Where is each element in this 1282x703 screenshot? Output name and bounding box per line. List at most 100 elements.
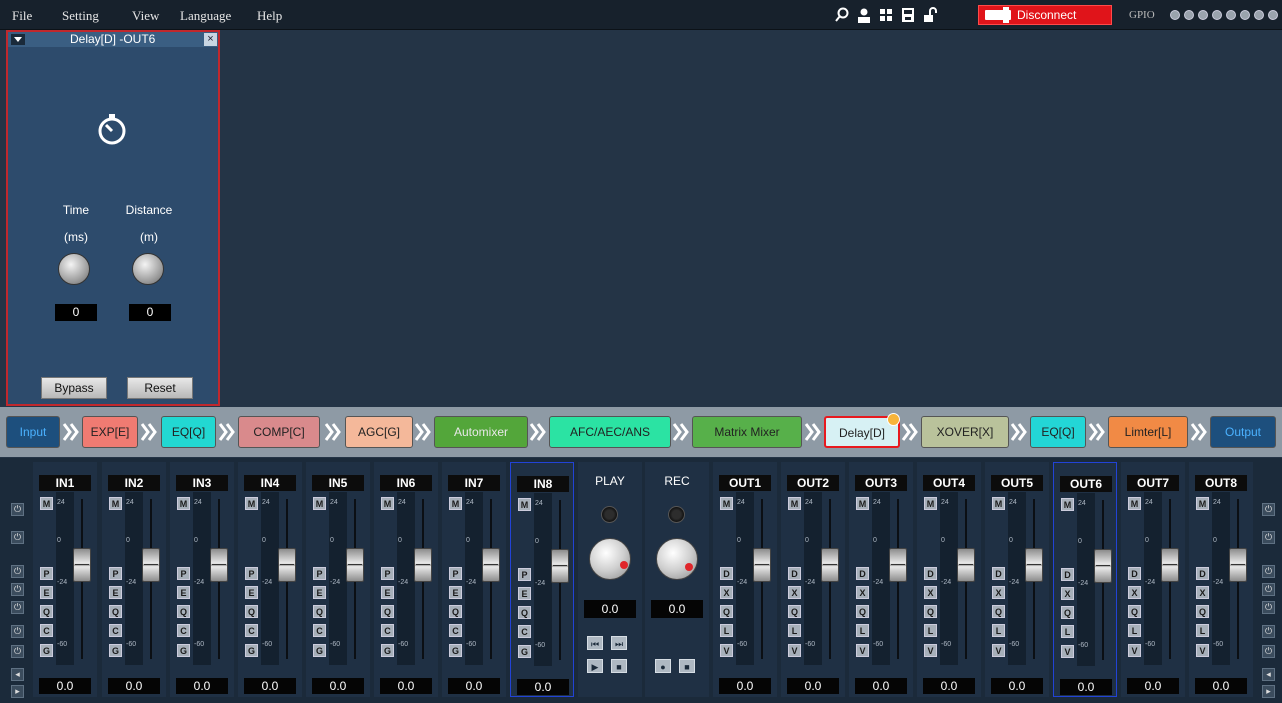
channel-name[interactable]: OUT2 <box>787 475 839 491</box>
channel-name[interactable]: OUT4 <box>923 475 975 491</box>
strip-button-x[interactable]: X <box>924 586 937 599</box>
strip-button-x[interactable]: X <box>1061 587 1074 600</box>
strip-button-q[interactable]: Q <box>518 606 531 619</box>
gain-value[interactable]: 0.0 <box>1195 678 1247 694</box>
strip-button-m[interactable]: M <box>40 497 53 510</box>
channel-name[interactable]: IN2 <box>108 475 160 491</box>
strip-button-v[interactable]: V <box>720 644 733 657</box>
strip-button-c[interactable]: C <box>40 624 53 637</box>
strip-button-d[interactable]: D <box>1061 568 1074 581</box>
channel-name[interactable]: OUT7 <box>1127 475 1179 491</box>
fader-handle[interactable] <box>957 548 975 582</box>
strip-button-g[interactable]: G <box>40 644 53 657</box>
channel-name[interactable]: IN4 <box>244 475 296 491</box>
strip-button-d[interactable]: D <box>788 567 801 580</box>
power-icon[interactable]: ⏻ <box>11 601 24 614</box>
fader-handle[interactable] <box>210 548 228 582</box>
record-icon[interactable]: ● <box>655 659 671 673</box>
strip-button-v[interactable]: V <box>856 644 869 657</box>
gain-value[interactable]: 0.0 <box>719 678 771 694</box>
strip-button-v[interactable]: V <box>1128 644 1141 657</box>
strip-button-x[interactable]: X <box>856 586 869 599</box>
strip-button-g[interactable]: G <box>381 644 394 657</box>
menu-language[interactable]: Language <box>180 8 231 24</box>
strip-button-c[interactable]: C <box>245 624 258 637</box>
play-volume-knob[interactable] <box>589 538 631 580</box>
strip-button-e[interactable]: E <box>109 586 122 599</box>
strip-button-q[interactable]: Q <box>40 605 53 618</box>
strip-button-l[interactable]: L <box>720 624 733 637</box>
play-value[interactable]: 0.0 <box>584 600 636 618</box>
power-icon[interactable]: ⏻ <box>11 565 24 578</box>
bypass-button[interactable]: Bypass <box>41 377 107 399</box>
strip-button-m[interactable]: M <box>720 497 733 510</box>
strip-button-m[interactable]: M <box>1196 497 1209 510</box>
strip-button-x[interactable]: X <box>992 586 1005 599</box>
stop-icon[interactable]: ■ <box>611 659 627 673</box>
prev-icon[interactable]: ⏮ <box>587 636 603 650</box>
strip-button-q[interactable]: Q <box>381 605 394 618</box>
strip-button-m[interactable]: M <box>518 498 531 511</box>
strip-button-m[interactable]: M <box>381 497 394 510</box>
strip-button-g[interactable]: G <box>109 644 122 657</box>
strip-button-e[interactable]: E <box>381 586 394 599</box>
fader-handle[interactable] <box>889 548 907 582</box>
gain-value[interactable]: 0.0 <box>1060 679 1112 695</box>
strip-button-l[interactable]: L <box>992 624 1005 637</box>
strip-button-l[interactable]: L <box>924 624 937 637</box>
next-icon[interactable]: ⏭ <box>611 636 627 650</box>
strip-button-e[interactable]: E <box>40 586 53 599</box>
panel-title-bar[interactable]: Delay[D] -OUT6 × <box>8 32 218 47</box>
grid-icon[interactable] <box>878 7 894 23</box>
strip-button-m[interactable]: M <box>788 497 801 510</box>
strip-button-m[interactable]: M <box>856 497 869 510</box>
menu-setting[interactable]: Setting <box>62 8 99 24</box>
gain-value[interactable]: 0.0 <box>855 678 907 694</box>
time-value[interactable]: 0 <box>55 304 97 321</box>
close-icon[interactable]: × <box>204 33 217 46</box>
strip-button-e[interactable]: E <box>313 586 326 599</box>
gain-value[interactable]: 0.0 <box>312 678 364 694</box>
time-knob[interactable] <box>58 253 90 285</box>
strip-button-d[interactable]: D <box>924 567 937 580</box>
strip-button-m[interactable]: M <box>313 497 326 510</box>
fader-handle[interactable] <box>821 548 839 582</box>
strip-button-p[interactable]: P <box>313 567 326 580</box>
power-icon[interactable]: ⏻ <box>11 625 24 638</box>
strip-button-x[interactable]: X <box>788 586 801 599</box>
fader-handle[interactable] <box>753 548 771 582</box>
menu-view[interactable]: View <box>132 8 159 24</box>
scroll-left-icon[interactable]: ◂ <box>11 668 24 681</box>
strip-button-c[interactable]: C <box>449 624 462 637</box>
strip-button-l[interactable]: L <box>1061 625 1074 638</box>
menu-help[interactable]: Help <box>257 8 282 24</box>
fader-handle[interactable] <box>482 548 500 582</box>
gain-value[interactable]: 0.0 <box>108 678 160 694</box>
distance-value[interactable]: 0 <box>129 304 171 321</box>
channel-name[interactable]: OUT3 <box>855 475 907 491</box>
fader-handle[interactable] <box>1094 549 1112 583</box>
fader-handle[interactable] <box>551 549 569 583</box>
strip-button-e[interactable]: E <box>177 586 190 599</box>
fader-handle[interactable] <box>278 548 296 582</box>
gain-value[interactable]: 0.0 <box>39 678 91 694</box>
strip-button-l[interactable]: L <box>788 624 801 637</box>
rec-stop-icon[interactable]: ■ <box>679 659 695 673</box>
fader-handle[interactable] <box>1161 548 1179 582</box>
strip-button-g[interactable]: G <box>245 644 258 657</box>
strip-button-c[interactable]: C <box>109 624 122 637</box>
strip-button-x[interactable]: X <box>1128 586 1141 599</box>
strip-button-m[interactable]: M <box>109 497 122 510</box>
strip-button-q[interactable]: Q <box>449 605 462 618</box>
strip-button-q[interactable]: Q <box>992 605 1005 618</box>
strip-button-g[interactable]: G <box>518 645 531 658</box>
fader-handle[interactable] <box>1025 548 1043 582</box>
strip-button-p[interactable]: P <box>109 567 122 580</box>
power-icon[interactable]: ⏻ <box>1262 601 1275 614</box>
gain-value[interactable]: 0.0 <box>176 678 228 694</box>
fader-handle[interactable] <box>414 548 432 582</box>
strip-button-x[interactable]: X <box>1196 586 1209 599</box>
strip-button-e[interactable]: E <box>518 587 531 600</box>
strip-button-q[interactable]: Q <box>924 605 937 618</box>
fader-handle[interactable] <box>142 548 160 582</box>
